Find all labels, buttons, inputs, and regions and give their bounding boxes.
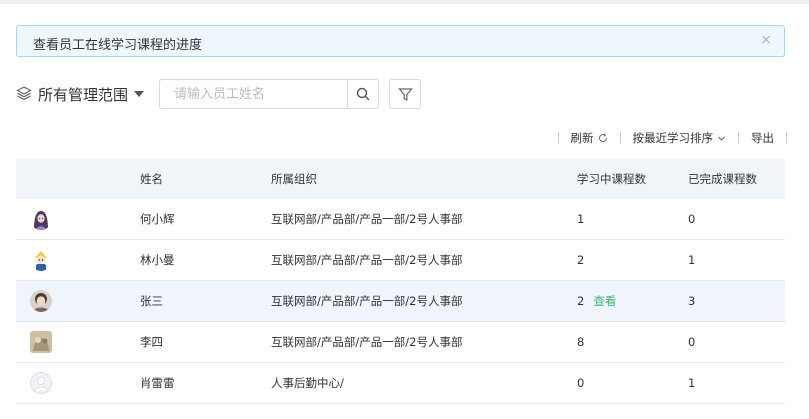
info-notice: 查看员工在线学习课程的进度 × [16, 25, 785, 57]
completed-count: 0 [688, 335, 696, 349]
in-progress-count: 0 [577, 376, 585, 390]
header-name: 姓名 [140, 172, 163, 186]
table-row[interactable]: 林小曼 互联网部/产品部/产品一部/2号人事部 2 1 [16, 240, 785, 281]
export-button[interactable]: 导出 [751, 130, 774, 146]
in-progress-count: 2 [577, 253, 585, 267]
caret-down-icon [134, 91, 145, 97]
avatar [30, 240, 52, 280]
close-icon[interactable]: × [760, 32, 772, 48]
divider [557, 132, 559, 144]
avatar [30, 322, 52, 362]
header-in-progress: 学习中课程数 [577, 172, 646, 186]
employee-name: 林小曼 [140, 253, 175, 267]
sort-label: 按最近学习排序 [632, 131, 714, 145]
table-row[interactable]: 张三 互联网部/产品部/产品一部/2号人事部 2 查看 3 [16, 281, 785, 322]
avatar [30, 281, 52, 321]
table-header: 姓名 所属组织 学习中课程数 已完成课程数 [16, 159, 785, 199]
employee-name: 李四 [140, 335, 163, 349]
divider [786, 132, 787, 144]
completed-count: 1 [688, 376, 696, 390]
in-progress-cell: 2 查看 [577, 281, 616, 321]
in-progress-count: 8 [577, 335, 585, 349]
divider [738, 132, 739, 144]
view-link[interactable]: 查看 [593, 293, 616, 309]
table-row[interactable]: 肖雷雷 人事后勤中心/ 0 1 [16, 363, 785, 404]
table-row[interactable]: 李四 互联网部/产品部/产品一部/2号人事部 8 0 [16, 322, 785, 363]
header-completed: 已完成课程数 [688, 172, 757, 186]
completed-count: 3 [688, 294, 696, 308]
search-box [159, 79, 379, 109]
scope-label: 所有管理范围 [38, 85, 129, 104]
refresh-label: 刷新 [570, 131, 594, 145]
management-scope-dropdown[interactable]: 所有管理范围 [16, 83, 145, 105]
filter-icon [397, 87, 413, 101]
avatar [30, 199, 52, 239]
refresh-icon [598, 133, 607, 142]
avatar [30, 363, 52, 403]
refresh-button[interactable]: 刷新 [571, 130, 608, 146]
header-org: 所属组织 [271, 172, 317, 186]
employee-name: 张三 [140, 294, 163, 308]
table-row[interactable]: 何小辉 互联网部/产品部/产品一部/2号人事部 1 0 [16, 199, 785, 240]
filter-button[interactable] [389, 79, 421, 109]
employee-name: 肖雷雷 [140, 376, 175, 390]
employee-org: 互联网部/产品部/产品一部/2号人事部 [271, 212, 463, 226]
employee-org: 互联网部/产品部/产品一部/2号人事部 [271, 253, 463, 267]
sort-dropdown[interactable]: 按最近学习排序 [633, 130, 727, 146]
employee-org: 人事后勤中心/ [271, 376, 344, 390]
employee-org: 互联网部/产品部/产品一部/2号人事部 [271, 335, 463, 349]
top-divider [0, 0, 809, 4]
completed-count: 1 [688, 253, 696, 267]
employee-name: 何小辉 [140, 212, 175, 226]
search-icon [356, 87, 370, 101]
in-progress-count: 2 [577, 294, 585, 308]
layers-icon [16, 85, 32, 104]
employee-name-input[interactable] [160, 80, 348, 108]
chevron-down-icon [718, 136, 725, 141]
table-toolbar: 刷新 按最近学习排序 导出 [546, 130, 787, 146]
completed-count: 0 [688, 212, 696, 226]
divider [619, 132, 621, 144]
notice-text: 查看员工在线学习课程的进度 [33, 38, 203, 53]
search-button[interactable] [347, 80, 378, 108]
employee-progress-table: 姓名 所属组织 学习中课程数 已完成课程数 何小辉 互联网部/产品部/产品一部/… [16, 159, 785, 404]
in-progress-count: 1 [577, 212, 585, 226]
employee-org: 互联网部/产品部/产品一部/2号人事部 [271, 294, 463, 308]
